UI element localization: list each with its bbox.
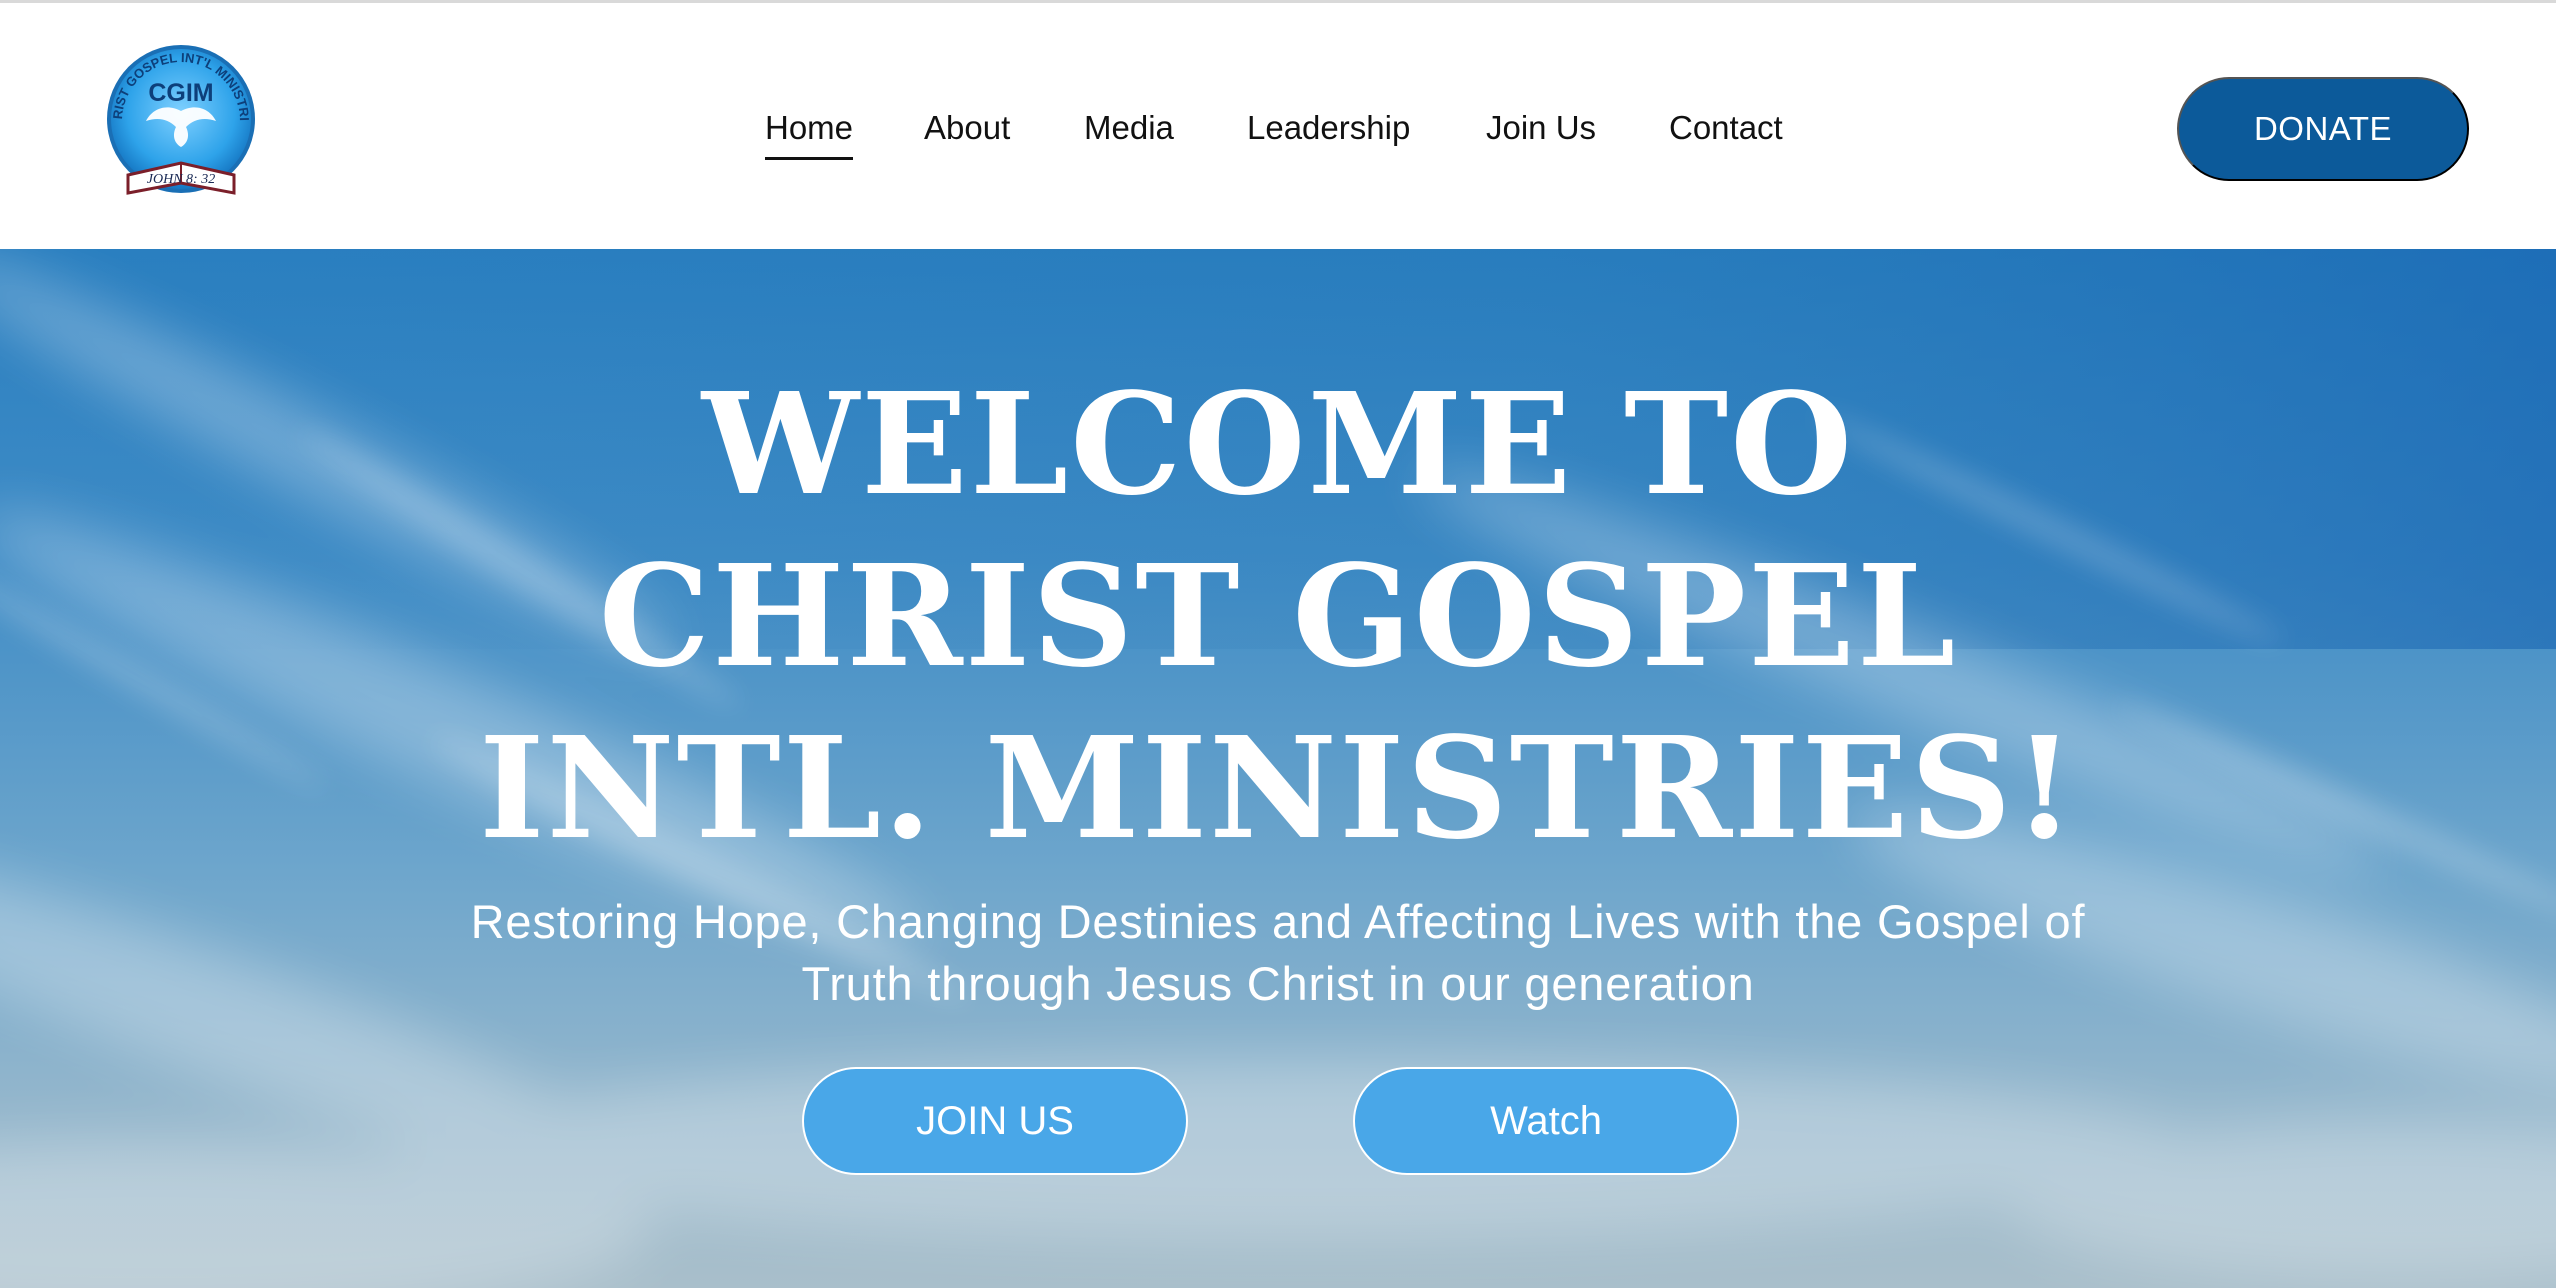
donate-button[interactable]: DONATE (2177, 77, 2469, 181)
hero-title: WELCOME TO CHRIST GOSPEL INTL. MINISTRIE… (0, 359, 2556, 875)
hero-title-line-3: INTL. MINISTRIES! (479, 707, 2077, 871)
hero-subtitle-line-2: Truth through Jesus Christ in our genera… (801, 957, 1755, 1010)
nav-about[interactable]: About (924, 107, 1010, 149)
hero-title-line-2: CHRIST GOSPEL (598, 535, 1958, 699)
nav-media[interactable]: Media (1084, 107, 1174, 149)
hero-section: WELCOME TO CHRIST GOSPEL INTL. MINISTRIE… (0, 249, 2556, 1288)
nav-join-us[interactable]: Join Us (1486, 107, 1596, 149)
join-us-button[interactable]: JOIN US (802, 1067, 1188, 1175)
logo-monogram: CGIM (148, 79, 213, 107)
nav-home[interactable]: Home (765, 107, 854, 160)
site-header: CHRIST GOSPEL INT'L MINISTRIES CGIM JOHN… (0, 0, 2556, 249)
hero-subtitle: Restoring Hope, Changing Destinies and A… (300, 891, 2256, 1015)
hero-title-line-1: WELCOME TO (701, 363, 1855, 527)
hero-subtitle-line-1: Restoring Hope, Changing Destinies and A… (470, 895, 2086, 948)
main-nav: Home About Media Leadership Join Us Cont… (0, 107, 2556, 160)
nav-leadership[interactable]: Leadership (1247, 107, 1410, 149)
nav-contact[interactable]: Contact (1669, 107, 1783, 149)
watch-button[interactable]: Watch (1353, 1067, 1739, 1175)
logo-book-text: JOHN 8: 32 (147, 172, 215, 187)
